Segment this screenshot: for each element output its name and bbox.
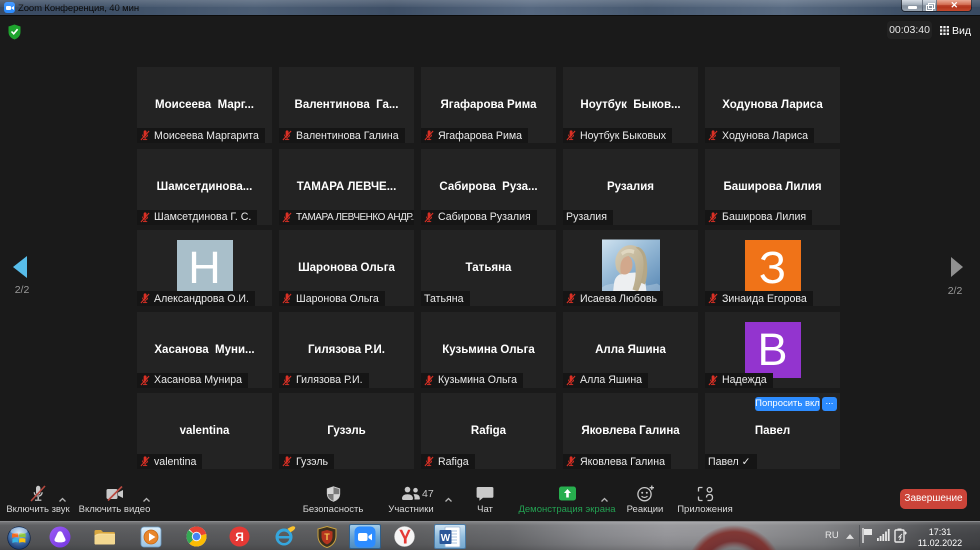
svg-text:W: W (441, 532, 451, 543)
svg-text:Я: Я (235, 530, 244, 544)
svg-text:T: T (324, 532, 330, 542)
